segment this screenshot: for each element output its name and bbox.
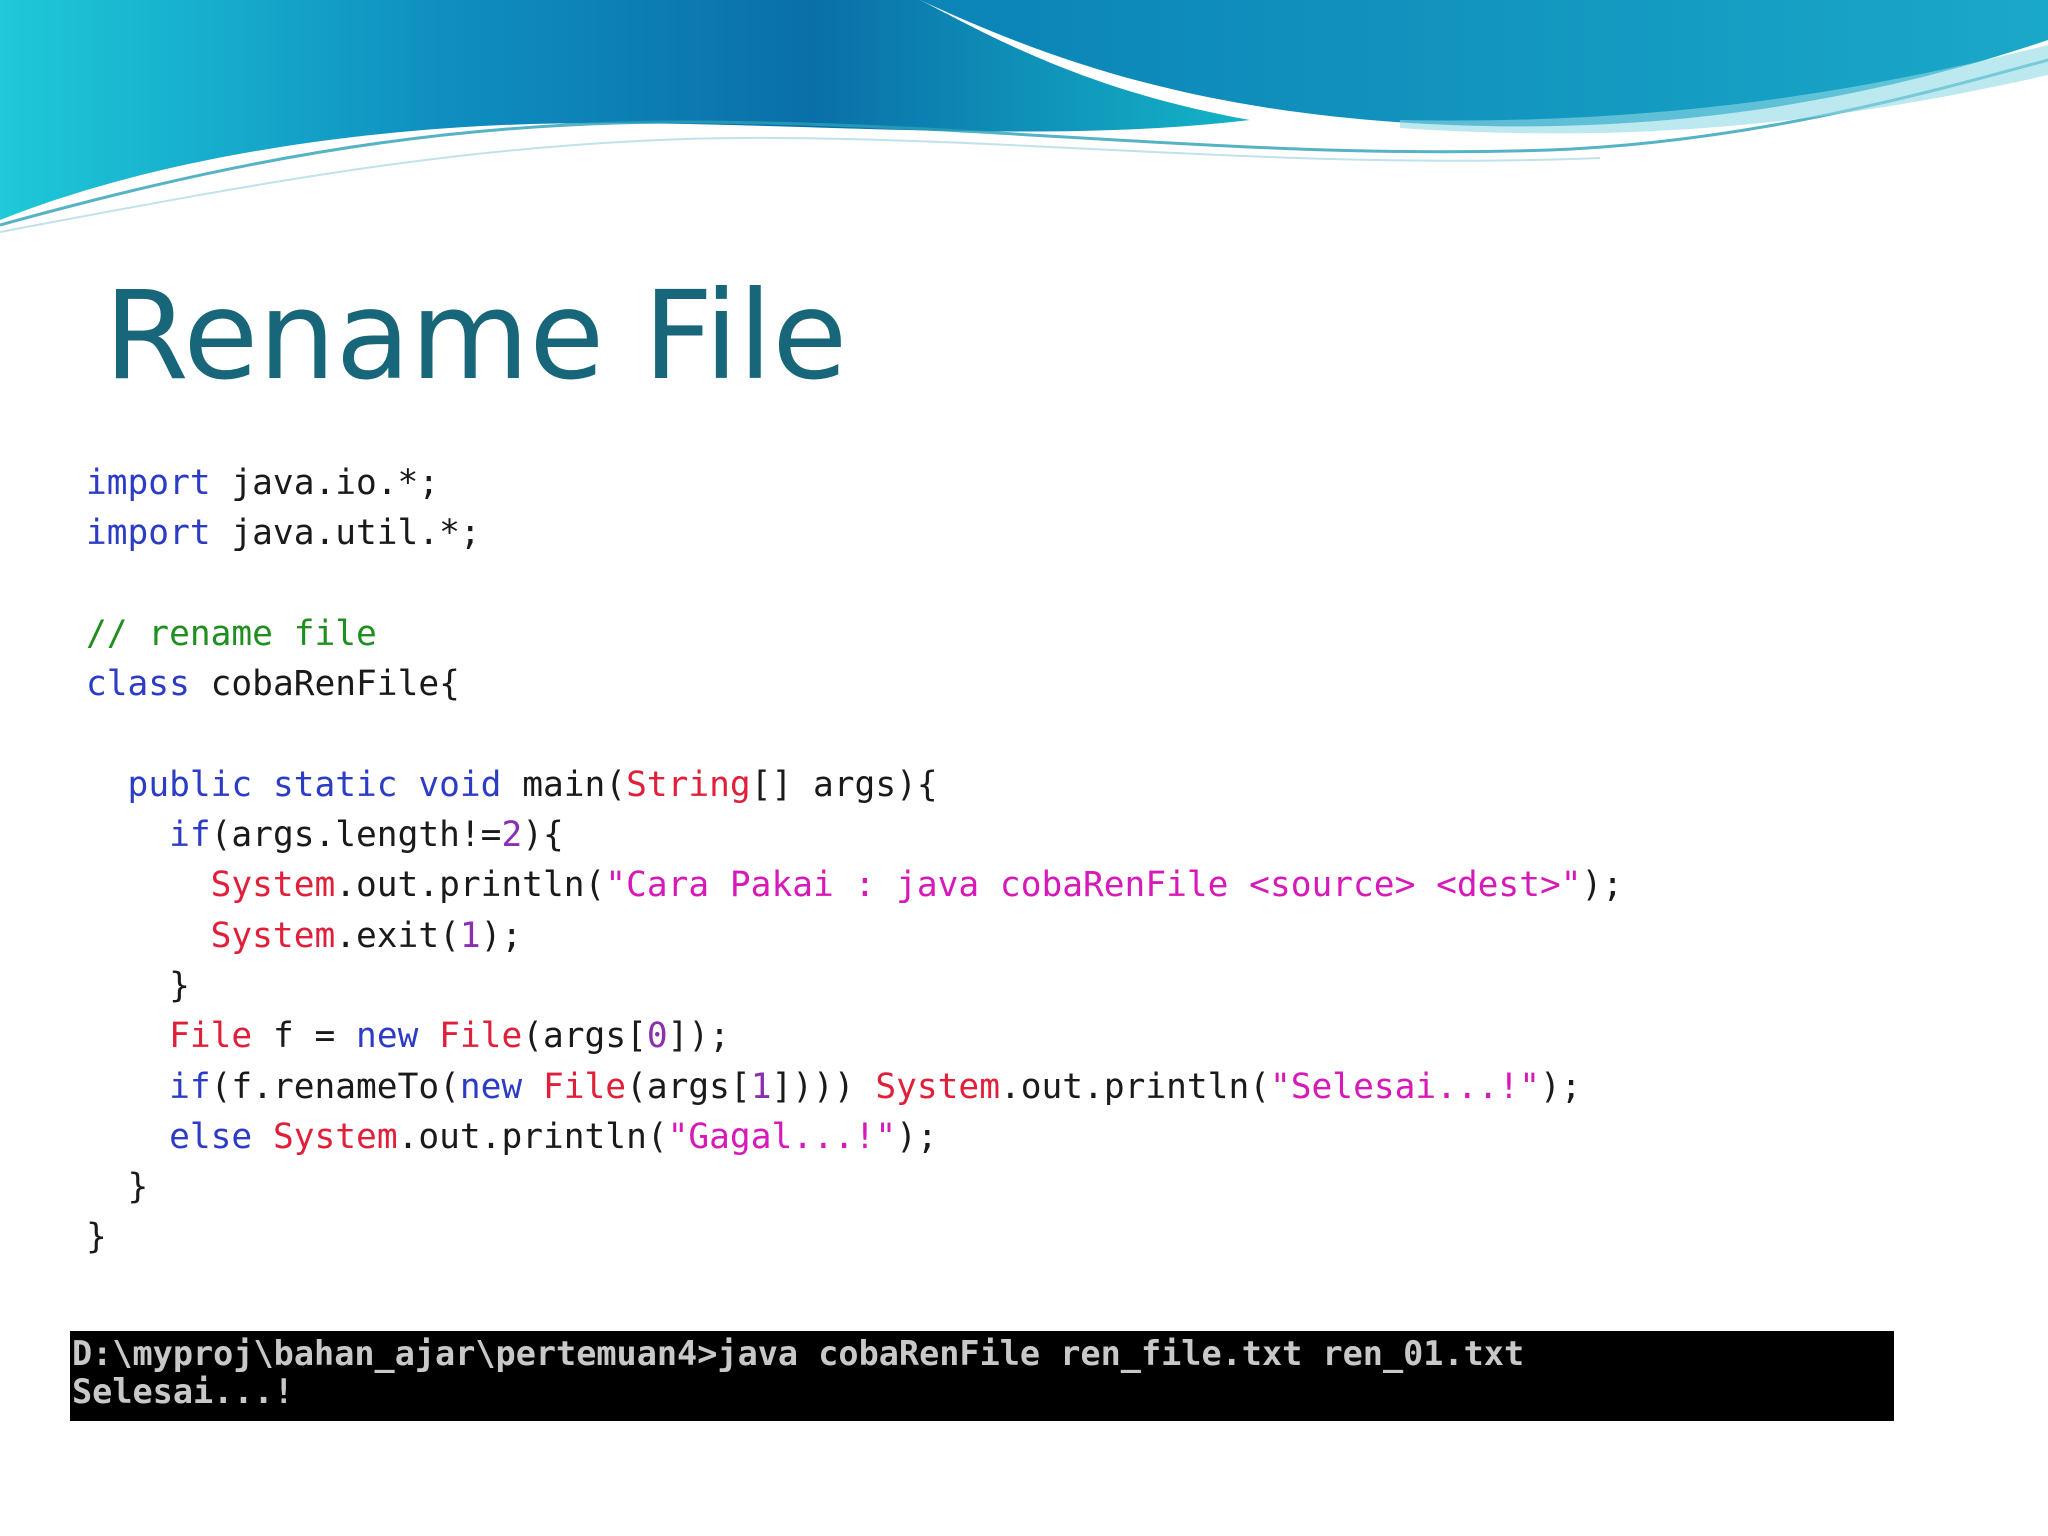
code-token: java.io.*; [210, 463, 440, 503]
code-token: .out.println( [999, 1066, 1270, 1107]
code-token: File [542, 1066, 627, 1107]
code-token: ); [1540, 1066, 1582, 1107]
code-token: System [875, 1066, 1000, 1107]
code-token: cobaRenFile{ [189, 664, 460, 705]
code-token: ]))) [771, 1066, 876, 1107]
console-command-line: D:\myproj\bahan_ajar\pertemuan4>java cob… [72, 1334, 1525, 1373]
code-token: if [169, 1066, 211, 1107]
console-output: D:\myproj\bahan_ajar\pertemuan4>java cob… [70, 1331, 1894, 1421]
code-token: "Gagal...!" [667, 1116, 897, 1157]
code-token: else [169, 1116, 253, 1157]
code-token: static [272, 764, 398, 805]
code-token: File [169, 1016, 253, 1057]
code-line: File f = new File(args[0]); [86, 1011, 1623, 1061]
code-token: public [127, 764, 253, 805]
console-output-line: Selesai...! [72, 1372, 294, 1411]
code-token: if [169, 815, 211, 856]
code-token: ); [1581, 865, 1624, 906]
code-token: String [626, 764, 751, 805]
code-line: import java.io.*; [86, 458, 1623, 508]
code-line: class cobaRenFile{ [86, 659, 1623, 709]
code-token: ); [480, 915, 523, 956]
code-token: class [86, 664, 190, 705]
code-token: } [86, 1217, 107, 1258]
code-token: f = [252, 1016, 357, 1057]
code-line: else System.out.println("Gagal...!"); [86, 1112, 1623, 1162]
code-token: [] args){ [750, 764, 938, 805]
code-token: ){ [522, 815, 564, 856]
code-line: public static void main(String[] args){ [86, 760, 1623, 810]
code-token: 1 [459, 915, 481, 956]
code-token: .out.println( [335, 865, 606, 906]
slide-title: Rename File [104, 265, 848, 407]
code-token: .out.println( [397, 1116, 668, 1157]
code-token: // rename file [86, 613, 377, 654]
code-token: System [272, 1116, 398, 1157]
code-token: new [356, 1016, 419, 1057]
code-token: new [459, 1066, 523, 1107]
code-token: (f.renameTo( [210, 1066, 460, 1107]
code-line: // rename file [86, 609, 1623, 659]
code-token: 1 [750, 1066, 772, 1107]
code-line: if(args.length!=2){ [86, 810, 1623, 860]
code-token: System [210, 865, 336, 906]
code-token: java.util.*; [210, 513, 481, 554]
code-token: (args[ [522, 1016, 647, 1057]
code-token: import [86, 463, 211, 503]
code-token: void [418, 764, 502, 805]
code-token: } [127, 1167, 149, 1208]
code-token: "Selesai...!" [1270, 1066, 1541, 1107]
code-token: File [439, 1016, 523, 1057]
header-wave-decoration [0, 0, 2048, 233]
code-line: if(f.renameTo(new File(args[1]))) System… [86, 1062, 1623, 1112]
code-token: import [86, 513, 211, 554]
code-token: "Cara Pakai : java cobaRenFile <source> … [605, 865, 1582, 906]
code-token: ]); [667, 1016, 730, 1057]
code-token: (args[ [626, 1066, 751, 1107]
code-token: .exit( [335, 915, 460, 956]
code-line: System.out.println("Cara Pakai : java co… [86, 860, 1623, 910]
code-token: 0 [646, 1016, 668, 1057]
code-token: 2 [501, 815, 523, 856]
code-line: } [86, 1212, 1623, 1262]
java-code-listing: import java.io.*; import java.util.*;// r… [86, 458, 1623, 1263]
code-token: main( [501, 764, 627, 805]
code-token: (args.length!= [210, 815, 502, 856]
code-line: import java.util.*; [86, 508, 1623, 558]
code-line: } [86, 1162, 1623, 1212]
code-line: } [86, 961, 1623, 1011]
code-token: ); [896, 1116, 938, 1157]
code-token: } [169, 965, 190, 1006]
code-line: System.exit(1); [86, 911, 1623, 961]
code-token: System [210, 915, 336, 956]
